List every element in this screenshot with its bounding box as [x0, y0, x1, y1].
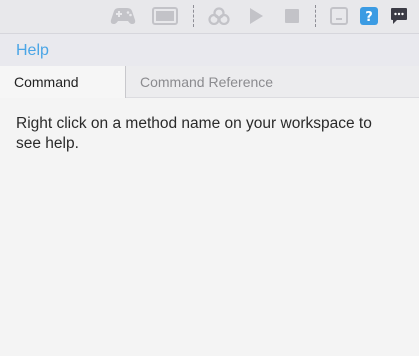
- panel-header: Help: [0, 33, 419, 66]
- toolbar: ?: [0, 0, 419, 33]
- help-message: Right click on a method name on your wor…: [16, 115, 372, 152]
- tab-command-reference[interactable]: Command Reference: [126, 66, 287, 98]
- stop-icon[interactable]: [282, 4, 302, 28]
- tab-command-help[interactable]: Command Help: [0, 66, 126, 122]
- panel-icon[interactable]: [328, 4, 350, 28]
- help-icon[interactable]: ?: [358, 4, 380, 28]
- gamepad-icon[interactable]: [109, 4, 137, 28]
- tab-bar: Command Help Command Reference: [0, 66, 419, 122]
- panel-title: Help: [16, 42, 49, 59]
- toolbar-separator: [315, 5, 316, 27]
- play-icon[interactable]: [245, 4, 267, 28]
- toolbar-separator: [193, 5, 194, 27]
- svg-text:?: ?: [365, 10, 373, 25]
- window-icon[interactable]: [151, 4, 179, 28]
- blocks-icon[interactable]: [206, 4, 232, 28]
- chat-icon[interactable]: [388, 4, 410, 28]
- help-content: Right click on a method name on your wor…: [0, 98, 419, 356]
